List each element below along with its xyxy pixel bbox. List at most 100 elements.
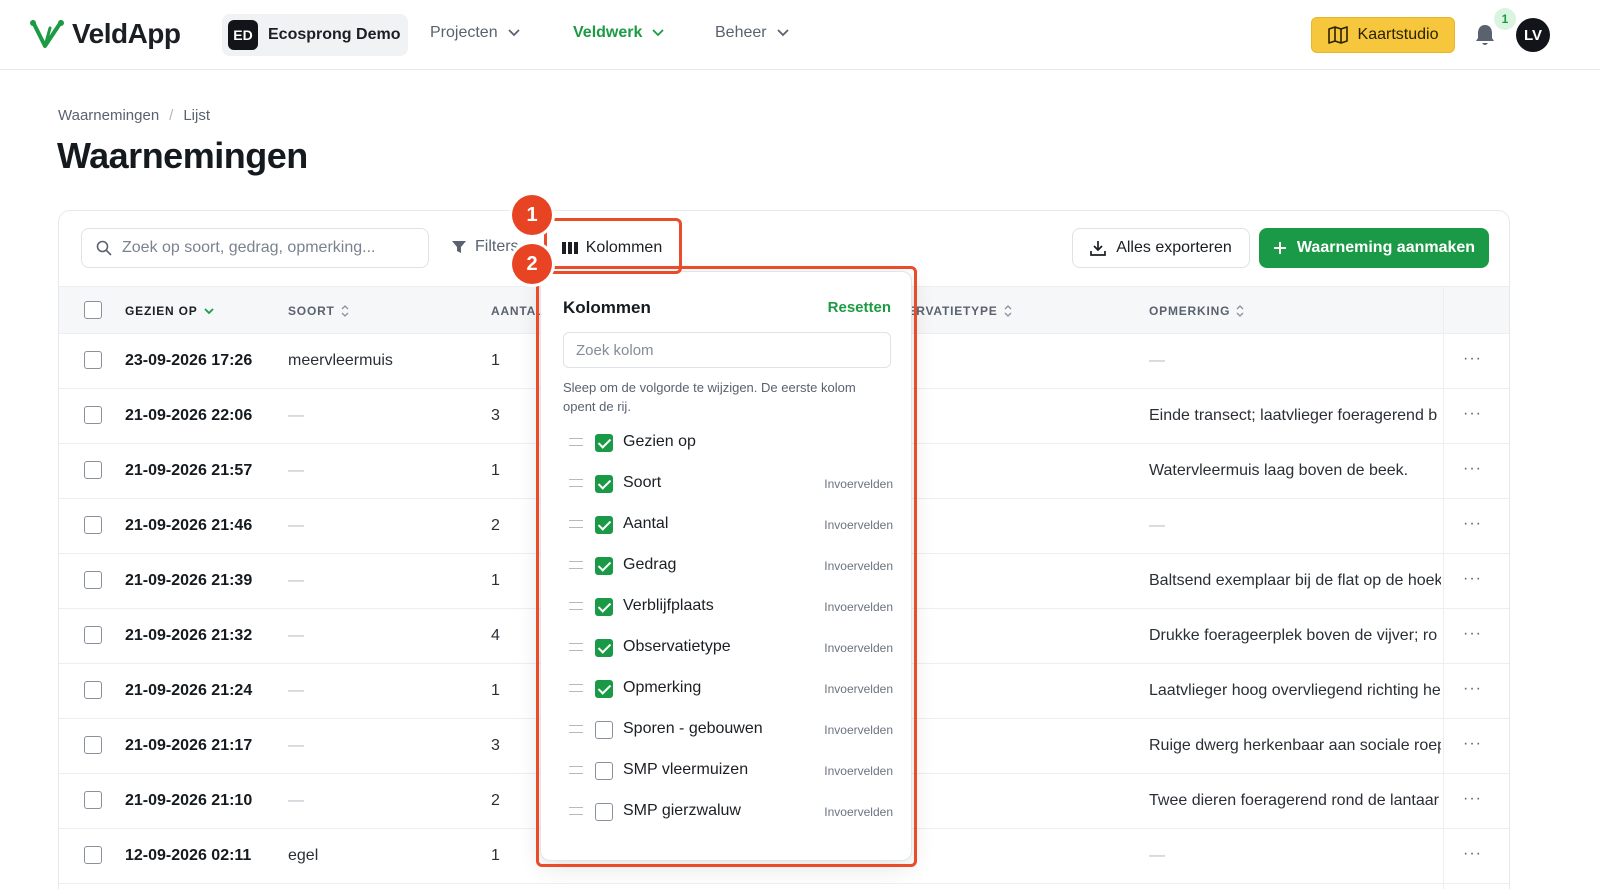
reset-columns-link[interactable]: Resetten xyxy=(828,299,891,316)
nav-projecten[interactable]: Projecten xyxy=(430,24,520,42)
cell-aantal: 1 xyxy=(491,572,500,589)
cell-soort: — xyxy=(288,462,304,479)
sort-icon xyxy=(1236,305,1244,317)
search-icon xyxy=(96,240,112,256)
drag-handle-icon[interactable] xyxy=(569,807,583,815)
column-group-label: Invoervelden xyxy=(824,559,893,573)
column-group-label: Invoervelden xyxy=(824,600,893,614)
drag-handle-icon[interactable] xyxy=(569,438,583,446)
row-actions-icon[interactable]: ··· xyxy=(1463,735,1482,753)
row-checkbox[interactable] xyxy=(84,351,102,369)
cell-gezien-op: 21-09-2026 21:57 xyxy=(125,462,253,479)
row-actions-icon[interactable]: ··· xyxy=(1463,790,1482,808)
row-actions-icon[interactable]: ··· xyxy=(1463,405,1482,423)
column-option[interactable]: Soort Invoervelden xyxy=(563,469,893,499)
drag-handle-icon[interactable] xyxy=(569,643,583,651)
row-checkbox[interactable] xyxy=(84,406,102,424)
row-actions-icon[interactable]: ··· xyxy=(1463,350,1482,368)
row-checkbox[interactable] xyxy=(84,461,102,479)
app-logo[interactable]: VeldApp xyxy=(30,18,181,50)
header-label: GEZIEN OP xyxy=(125,304,198,318)
column-checkbox[interactable] xyxy=(595,516,613,534)
drag-handle-icon[interactable] xyxy=(569,561,583,569)
column-option[interactable]: Verblijfplaats Invoervelden xyxy=(563,592,893,622)
drag-handle-icon[interactable] xyxy=(569,479,583,487)
column-checkbox[interactable] xyxy=(595,557,613,575)
drag-handle-icon[interactable] xyxy=(569,520,583,528)
drag-handle-icon[interactable] xyxy=(569,602,583,610)
column-option[interactable]: Aantal Invoervelden xyxy=(563,510,893,540)
row-actions-icon[interactable]: ··· xyxy=(1463,460,1482,478)
search-input[interactable] xyxy=(122,239,412,257)
cell-soort: — xyxy=(288,627,304,644)
header-gezien-op[interactable]: GEZIEN OP xyxy=(125,304,214,318)
column-checkbox[interactable] xyxy=(595,762,613,780)
columns-popover: Kolommen Resetten Sleep om de volgorde t… xyxy=(540,271,912,861)
export-all-button[interactable]: Alles exporteren xyxy=(1072,228,1250,268)
popover-hint: Sleep om de volgorde te wijzigen. De eer… xyxy=(563,380,856,414)
row-checkbox[interactable] xyxy=(84,681,102,699)
bell-icon[interactable] xyxy=(1474,23,1496,47)
create-observation-button[interactable]: Waarneming aanmaken xyxy=(1259,228,1489,268)
breadcrumb-item[interactable]: Waarnemingen xyxy=(58,107,159,124)
search-box[interactable] xyxy=(81,228,429,268)
cell-opmerking: Twee dieren foeragerend rond de lantaar xyxy=(1149,792,1439,809)
column-checkbox[interactable] xyxy=(595,639,613,657)
cell-soort: — xyxy=(288,792,304,809)
row-checkbox[interactable] xyxy=(84,516,102,534)
column-option-label: SMP vleermuizen xyxy=(623,761,749,778)
column-option[interactable]: Gedrag Invoervelden xyxy=(563,551,893,581)
row-checkbox[interactable] xyxy=(84,791,102,809)
column-option[interactable]: Observatietype Invoervelden xyxy=(563,633,893,663)
header-soort[interactable]: SOORT xyxy=(288,304,349,318)
column-option[interactable]: SMP vleermuizen Invoervelden xyxy=(563,756,893,786)
cell-gezien-op: 21-09-2026 21:10 xyxy=(125,792,253,809)
row-actions-icon[interactable]: ··· xyxy=(1463,515,1482,533)
column-option[interactable]: Gezien op xyxy=(563,428,893,458)
workspace-name: Ecosprong Demo xyxy=(268,26,401,43)
row-actions-icon[interactable]: ··· xyxy=(1463,570,1482,588)
column-checkbox[interactable] xyxy=(595,598,613,616)
column-checkbox[interactable] xyxy=(595,434,613,452)
avatar[interactable]: LV xyxy=(1516,18,1550,52)
drag-handle-icon[interactable] xyxy=(569,766,583,774)
header-opmerking[interactable]: OPMERKING xyxy=(1149,304,1244,318)
chevron-down-icon xyxy=(507,29,520,37)
row-checkbox[interactable] xyxy=(84,571,102,589)
plus-icon xyxy=(1273,242,1286,254)
column-checkbox[interactable] xyxy=(595,475,613,493)
row-checkbox[interactable] xyxy=(84,846,102,864)
column-option[interactable]: SMP gierzwaluw Invoervelden xyxy=(563,797,893,827)
nav-veldwerk[interactable]: Veldwerk xyxy=(573,24,665,42)
header-aantal[interactable]: AANTAL xyxy=(491,304,544,318)
kaartstudio-button[interactable]: Kaartstudio xyxy=(1311,17,1455,53)
drag-handle-icon[interactable] xyxy=(569,684,583,692)
drag-handle-icon[interactable] xyxy=(569,725,583,733)
workspace-switcher[interactable]: ED Ecosprong Demo xyxy=(222,14,408,56)
column-checkbox[interactable] xyxy=(595,721,613,739)
column-option[interactable]: Sporen - gebouwen Invoervelden xyxy=(563,715,893,745)
column-search-box[interactable] xyxy=(563,332,891,368)
column-group-label: Invoervelden xyxy=(824,723,893,737)
notification-count: 1 xyxy=(1494,8,1516,30)
column-option-label: Soort xyxy=(623,474,662,491)
columns-button[interactable]: Kolommen xyxy=(547,228,677,268)
row-checkbox[interactable] xyxy=(84,736,102,754)
row-checkbox[interactable] xyxy=(84,626,102,644)
column-option[interactable]: Opmerking Invoervelden xyxy=(563,674,893,704)
map-icon xyxy=(1327,26,1348,44)
cell-aantal: 4 xyxy=(491,627,500,644)
column-option-label: SMP gierzwaluw xyxy=(623,802,741,819)
column-search-input[interactable] xyxy=(576,341,876,359)
row-actions-icon[interactable]: ··· xyxy=(1463,625,1482,643)
select-all-checkbox[interactable] xyxy=(84,301,102,319)
filters-button[interactable]: Filters xyxy=(451,238,519,256)
column-checkbox[interactable] xyxy=(595,803,613,821)
row-actions-icon[interactable]: ··· xyxy=(1463,680,1482,698)
column-checkbox[interactable] xyxy=(595,680,613,698)
filter-icon xyxy=(452,241,466,253)
create-label: Waarneming aanmaken xyxy=(1296,239,1476,256)
nav-beheer[interactable]: Beheer xyxy=(715,24,789,42)
header-label: SOORT xyxy=(288,304,335,318)
row-actions-icon[interactable]: ··· xyxy=(1463,845,1482,863)
